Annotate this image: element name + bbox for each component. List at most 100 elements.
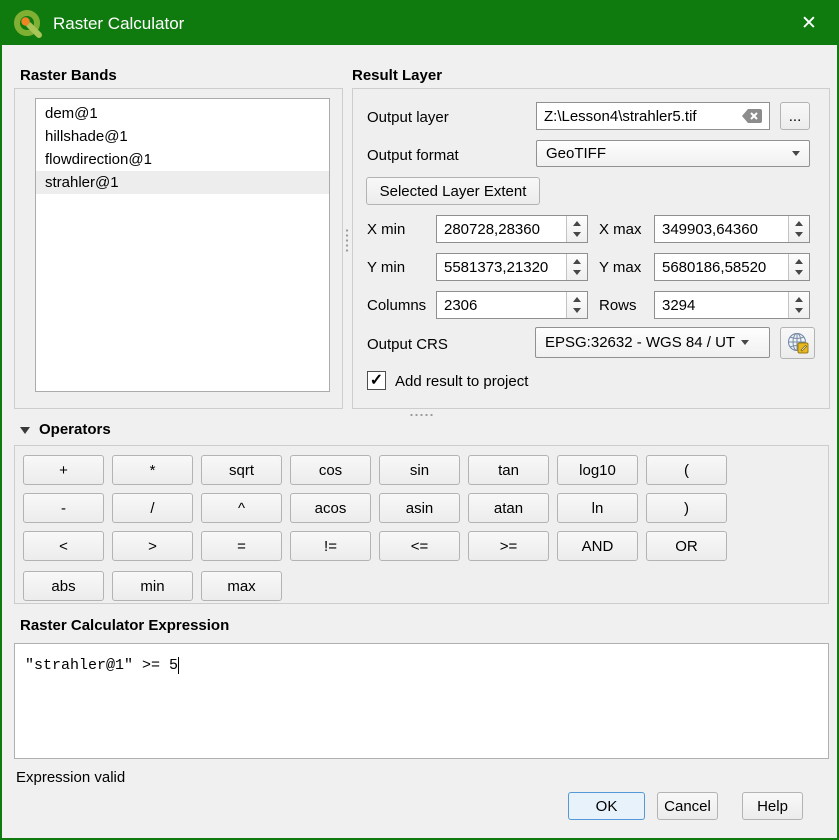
- raster-bands-list[interactable]: dem@1 hillshade@1 flowdirection@1 strahl…: [35, 98, 330, 392]
- columns-input[interactable]: 2306: [436, 291, 588, 319]
- operator-button[interactable]: -: [23, 493, 104, 523]
- operators-groupbox: + * sqrt cos sin tan log10 ( - / ^ acos …: [14, 445, 829, 604]
- spin-buttons[interactable]: [566, 254, 587, 280]
- operator-button[interactable]: ln: [557, 493, 638, 523]
- output-format-value: GeoTIFF: [546, 145, 606, 162]
- ymin-label: Y min: [367, 259, 405, 277]
- add-result-label: Add result to project: [395, 373, 528, 391]
- output-crs-label: Output CRS: [367, 336, 448, 354]
- xmin-label: X min: [367, 221, 405, 239]
- operator-button[interactable]: /: [112, 493, 193, 523]
- spin-down-icon: [573, 232, 581, 237]
- ymax-input[interactable]: 5680186,58520: [654, 253, 810, 281]
- operator-button[interactable]: asin: [379, 493, 460, 523]
- ymin-input[interactable]: 5581373,21320: [436, 253, 588, 281]
- spin-up-icon: [573, 259, 581, 264]
- collapse-arrow-icon: [20, 427, 30, 434]
- ymax-value: 5680186,58520: [662, 259, 766, 276]
- columns-label: Columns: [367, 297, 426, 315]
- vertical-splitter-handle[interactable]: [345, 228, 349, 254]
- list-item[interactable]: flowdirection@1: [36, 148, 329, 171]
- spin-buttons[interactable]: [566, 216, 587, 242]
- operator-button[interactable]: >=: [468, 531, 549, 561]
- operator-button[interactable]: <: [23, 531, 104, 561]
- cancel-label: Cancel: [664, 798, 711, 815]
- raster-calculator-dialog: Raster Calculator ✕ Raster Bands dem@1 h…: [0, 0, 839, 840]
- expression-text: "strahler@1" >= 5: [25, 657, 178, 674]
- close-button[interactable]: ✕: [789, 2, 829, 45]
- xmax-label: X max: [599, 221, 642, 239]
- select-crs-button[interactable]: [780, 327, 815, 359]
- result-layer-header: Result Layer: [352, 67, 442, 85]
- output-format-label: Output format: [367, 147, 459, 165]
- spin-up-icon: [795, 297, 803, 302]
- clear-text-icon[interactable]: [741, 108, 763, 124]
- operator-button[interactable]: !=: [290, 531, 371, 561]
- selected-layer-extent-button[interactable]: Selected Layer Extent: [366, 177, 540, 205]
- raster-bands-header: Raster Bands: [20, 67, 117, 85]
- horizontal-splitter-handle[interactable]: [409, 413, 435, 417]
- dropdown-arrow-icon: [741, 340, 749, 345]
- dropdown-arrow-icon: [792, 151, 800, 156]
- help-label: Help: [757, 798, 788, 815]
- operator-button[interactable]: >: [112, 531, 193, 561]
- spin-up-icon: [795, 259, 803, 264]
- expression-header: Raster Calculator Expression: [20, 617, 229, 635]
- operator-button[interactable]: (: [646, 455, 727, 485]
- spin-down-icon: [573, 270, 581, 275]
- result-layer-groupbox: [352, 88, 830, 409]
- operator-button[interactable]: cos: [290, 455, 371, 485]
- operator-button[interactable]: AND: [557, 531, 638, 561]
- operator-button[interactable]: *: [112, 455, 193, 485]
- spin-buttons[interactable]: [788, 216, 809, 242]
- operators-header: Operators: [39, 421, 111, 439]
- selected-layer-extent-label: Selected Layer Extent: [380, 183, 527, 200]
- checkmark-icon: ✓: [370, 371, 383, 390]
- ymax-label: Y max: [599, 259, 641, 277]
- xmax-value: 349903,64360: [662, 221, 758, 238]
- operator-button[interactable]: tan: [468, 455, 549, 485]
- operator-button[interactable]: <=: [379, 531, 460, 561]
- spin-buttons[interactable]: [566, 292, 587, 318]
- operator-button[interactable]: ): [646, 493, 727, 523]
- operator-button[interactable]: atan: [468, 493, 549, 523]
- spin-buttons[interactable]: [788, 292, 809, 318]
- list-item[interactable]: hillshade@1: [36, 125, 329, 148]
- output-layer-input[interactable]: Z:\Lesson4\strahler5.tif: [536, 102, 770, 130]
- output-crs-dropdown[interactable]: EPSG:32632 - WGS 84 / UT: [535, 327, 770, 358]
- globe-crs-icon: [786, 331, 810, 355]
- operator-button[interactable]: OR: [646, 531, 727, 561]
- spin-up-icon: [573, 297, 581, 302]
- ok-label: OK: [596, 798, 618, 815]
- spin-down-icon: [795, 232, 803, 237]
- operator-button[interactable]: sin: [379, 455, 460, 485]
- titlebar[interactable]: Raster Calculator ✕: [2, 2, 837, 45]
- operator-button[interactable]: max: [201, 571, 282, 601]
- expression-status: Expression valid: [16, 769, 125, 787]
- help-button[interactable]: Help: [742, 792, 803, 820]
- operator-button[interactable]: abs: [23, 571, 104, 601]
- cancel-button[interactable]: Cancel: [657, 792, 718, 820]
- operator-button[interactable]: sqrt: [201, 455, 282, 485]
- output-layer-value: Z:\Lesson4\strahler5.tif: [544, 108, 697, 125]
- xmax-input[interactable]: 349903,64360: [654, 215, 810, 243]
- add-result-checkbox[interactable]: ✓: [367, 371, 386, 390]
- expression-textarea[interactable]: "strahler@1" >= 5: [14, 643, 829, 759]
- output-format-dropdown[interactable]: GeoTIFF: [536, 140, 810, 167]
- list-item-selected[interactable]: strahler@1: [36, 171, 329, 194]
- operator-button[interactable]: acos: [290, 493, 371, 523]
- rows-input[interactable]: 3294: [654, 291, 810, 319]
- ok-button[interactable]: OK: [568, 792, 645, 820]
- spin-buttons[interactable]: [788, 254, 809, 280]
- operator-button[interactable]: ^: [201, 493, 282, 523]
- list-item[interactable]: dem@1: [36, 102, 329, 125]
- browse-output-button[interactable]: ...: [780, 102, 810, 130]
- spin-up-icon: [795, 221, 803, 226]
- xmin-input[interactable]: 280728,28360: [436, 215, 588, 243]
- operator-button[interactable]: =: [201, 531, 282, 561]
- operator-button[interactable]: log10: [557, 455, 638, 485]
- operators-collapse-header[interactable]: Operators: [20, 421, 111, 439]
- operator-button[interactable]: +: [23, 455, 104, 485]
- rows-label: Rows: [599, 297, 637, 315]
- operator-button[interactable]: min: [112, 571, 193, 601]
